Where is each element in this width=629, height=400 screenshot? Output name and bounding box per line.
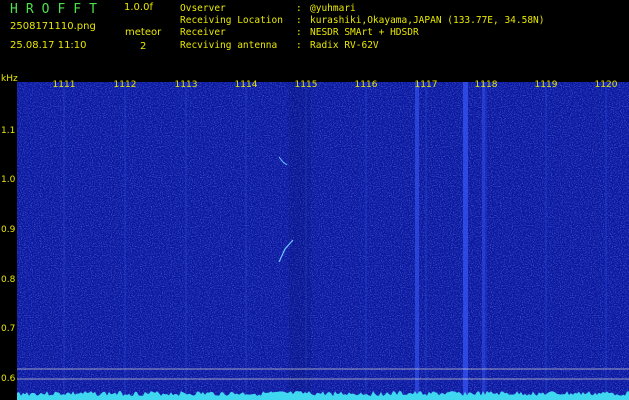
capture-datetime: 25.08.17 11:10 — [10, 40, 87, 51]
info-row-observer: Ovserver: @yuhmari — [180, 3, 356, 14]
x-tick-label: 1117 — [414, 80, 438, 90]
x-tick-label: 1114 — [234, 80, 258, 90]
meteor-count: 2 — [140, 41, 147, 52]
station-info: Ovserver: @yuhmari Receiving Location: kur… — [180, 3, 545, 52]
spectrogram-noise — [17, 82, 629, 400]
interference-band — [482, 82, 485, 400]
y-tick-label: 1.0 — [1, 175, 16, 185]
x-tick-label: 1112 — [113, 80, 137, 90]
file-name: 2508171110.png — [10, 21, 96, 32]
x-tick-label: 1119 — [534, 80, 558, 90]
x-tick-label: 1115 — [294, 80, 318, 90]
interference-band — [463, 82, 468, 400]
y-tick-label: 0.6 — [1, 374, 16, 384]
info-row-antenna: Recviving antenna: Radix RV-62V — [180, 39, 379, 51]
x-tick-label: 1111 — [52, 80, 76, 90]
y-tick-label: 0.8 — [1, 275, 16, 285]
info-row-receiver: Receiver: NESDR SMArt + HDSDR — [180, 27, 419, 39]
meteor-label: meteor — [125, 27, 162, 38]
spectrogram — [17, 82, 629, 400]
y-axis-unit: kHz — [1, 74, 18, 84]
spectrogram-canvas — [17, 82, 629, 400]
x-tick-label: 1113 — [174, 80, 198, 90]
x-tick-label: 1116 — [354, 80, 378, 90]
info-row-location: Receiving Location: kurashiki,Okayama,JAP… — [180, 15, 545, 27]
header-panel: HROFFT 1.0.0f 2508171110.png 25.08.17 11… — [0, 0, 629, 76]
app-title: HROFFT — [10, 2, 105, 17]
x-tick-label: 1120 — [594, 80, 618, 90]
y-tick-label: 1.1 — [1, 126, 16, 136]
y-tick-label: 0.9 — [1, 225, 16, 235]
y-tick-label: 0.7 — [1, 324, 16, 334]
version-label: 1.0.0f — [124, 2, 153, 13]
x-tick-label: 1118 — [474, 80, 498, 90]
interference-band — [415, 82, 419, 400]
